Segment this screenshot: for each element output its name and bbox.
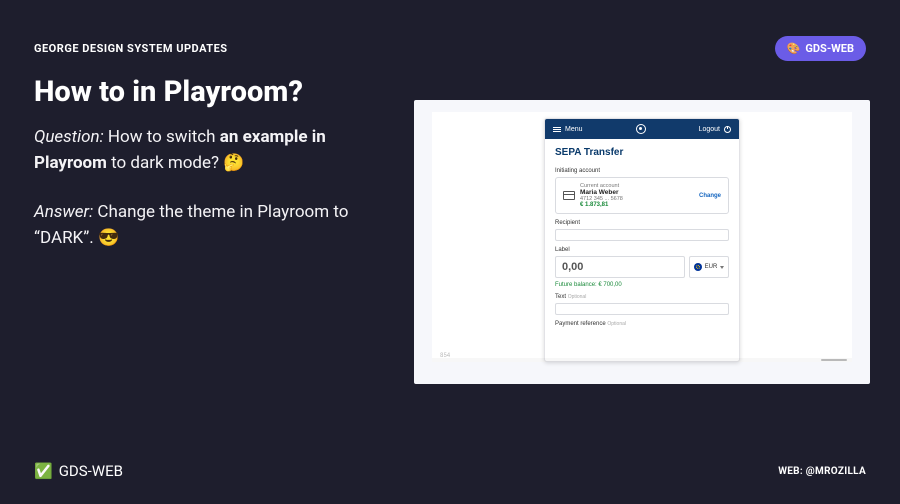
card-icon <box>563 191 575 200</box>
account-balance: € 1.873,81 <box>580 202 623 208</box>
answer-label: Answer: <box>34 202 93 222</box>
question-paragraph: Question: How to switch an example in Pl… <box>34 125 369 176</box>
currency-select[interactable]: EUR <box>689 256 729 278</box>
hamburger-icon <box>553 126 561 133</box>
question-post: to dark mode? <box>111 153 219 173</box>
footer-left: ✅ GDS-WEB <box>34 462 123 480</box>
power-icon <box>724 126 731 133</box>
label-label: Label <box>555 247 729 253</box>
slide: GEORGE DESIGN SYSTEM UPDATES 🎨 GDS-WEB H… <box>0 0 900 504</box>
text-field-label: Text Optional <box>555 294 729 300</box>
qa-block: Question: How to switch an example in Pl… <box>34 125 369 251</box>
text-label-text: Text <box>555 294 566 300</box>
payment-reference-label: Payment reference Optional <box>555 321 729 327</box>
payment-ref-text: Payment reference <box>555 321 606 327</box>
overline: GEORGE DESIGN SYSTEM UPDATES <box>34 42 228 55</box>
initiating-account-label: Initiating account <box>555 168 729 174</box>
future-balance: Future balance: € 700,00 <box>555 282 729 288</box>
account-card-left: Current account Maria Weber 4712 345 ...… <box>563 183 623 208</box>
amount-input[interactable]: 0,00 <box>555 256 685 278</box>
recipient-label: Recipient <box>555 220 729 226</box>
text-optional: Optional <box>568 294 587 300</box>
currency-label: EUR <box>705 264 718 270</box>
logout-label: Logout <box>699 126 720 133</box>
chevron-down-icon <box>720 266 724 269</box>
horizontal-scrollbar[interactable] <box>432 358 852 362</box>
mobile-title: SEPA Transfer <box>545 139 739 164</box>
account-name: Maria Weber <box>580 189 623 196</box>
text-input[interactable] <box>555 303 729 315</box>
mobile-body: Initiating account Current account Maria… <box>545 168 739 337</box>
cool-emoji-icon: 😎 <box>98 228 119 248</box>
thinking-emoji-icon: 🤔 <box>223 153 244 173</box>
eu-flag-icon <box>694 263 702 271</box>
preview-pane: Menu Logout SEPA Transfer Initiating acc… <box>414 100 870 384</box>
pill-emoji-icon: 🎨 <box>787 42 801 55</box>
change-account-link[interactable]: Change <box>699 193 721 199</box>
preview-inner: Menu Logout SEPA Transfer Initiating acc… <box>432 112 852 362</box>
menu-label: Menu <box>565 126 583 133</box>
question-pre: How to switch <box>108 127 216 147</box>
pill-label: GDS-WEB <box>805 42 854 55</box>
check-emoji-icon: ✅ <box>34 462 53 480</box>
mobile-mock: Menu Logout SEPA Transfer Initiating acc… <box>544 118 740 362</box>
mobile-topbar: Menu Logout <box>545 119 739 139</box>
spacer <box>34 176 369 200</box>
footer-right: WEB: @MROZILLA <box>778 466 866 477</box>
footer: ✅ GDS-WEB WEB: @MROZILLA <box>34 462 866 480</box>
answer-paragraph: Answer: Change the theme in Playroom to … <box>34 200 369 251</box>
account-card[interactable]: Current account Maria Weber 4712 345 ...… <box>555 177 729 214</box>
question-label: Question: <box>34 127 104 147</box>
recipient-input[interactable] <box>555 229 729 241</box>
account-info: Current account Maria Weber 4712 345 ...… <box>580 183 623 208</box>
pill-badge: 🎨 GDS-WEB <box>775 36 866 61</box>
menu-button[interactable]: Menu <box>553 126 583 133</box>
payment-ref-optional: Optional <box>607 321 626 327</box>
brand-logo-icon <box>636 124 646 134</box>
footer-left-label: GDS-WEB <box>59 462 123 480</box>
amount-row: 0,00 EUR <box>555 256 729 278</box>
header-row: GEORGE DESIGN SYSTEM UPDATES 🎨 GDS-WEB <box>34 36 866 61</box>
logout-button[interactable]: Logout <box>699 126 731 133</box>
